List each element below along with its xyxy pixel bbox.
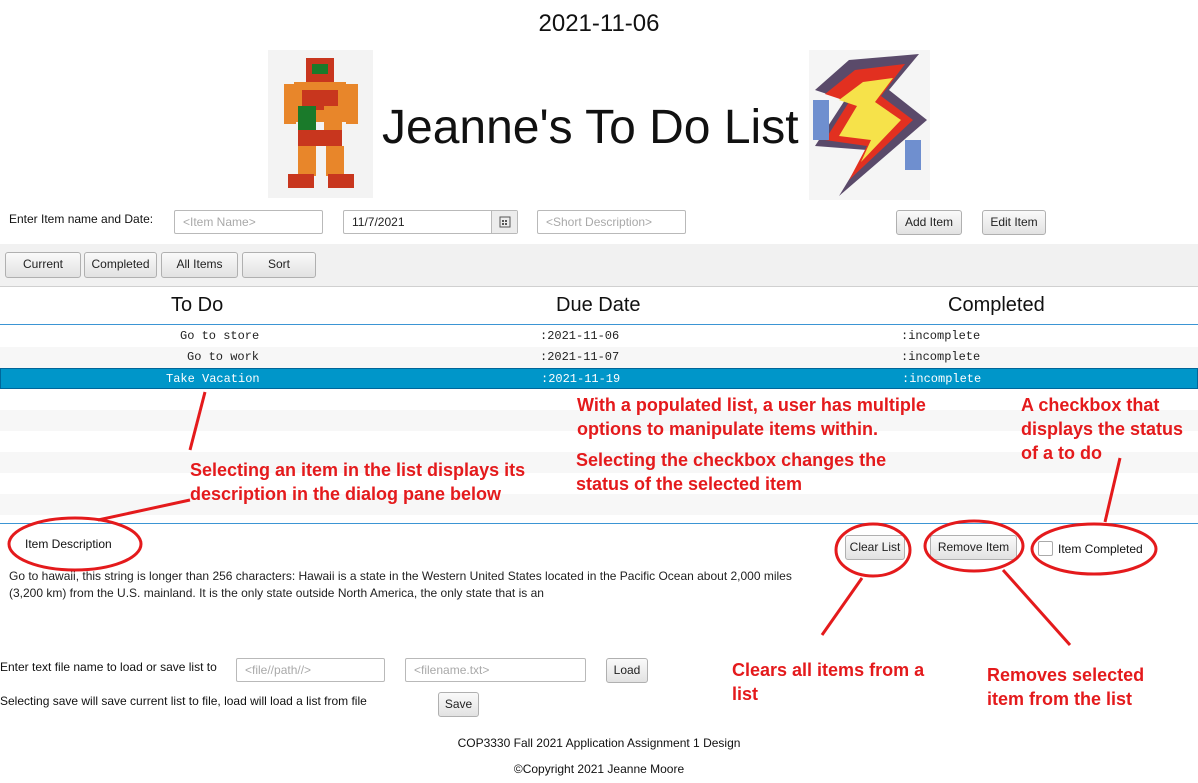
annotation-checkbox-changes: Selecting the checkbox changes the statu… — [576, 450, 887, 494]
highlight-ellipse — [834, 522, 912, 578]
annotation-clears: Clears all items from a list — [732, 660, 925, 704]
arrow-line — [97, 498, 191, 522]
annotation-populated-list: With a populated list, a user has multip… — [577, 395, 926, 439]
highlight-ellipse — [923, 519, 1025, 573]
annotation-select-item: Selecting an item in the list displays i… — [190, 460, 526, 504]
arrow-line — [1103, 457, 1122, 523]
annotation-removes: Removes selected item from the list — [987, 665, 1145, 709]
arrow-line — [1001, 569, 1072, 646]
highlight-ellipse — [7, 516, 143, 572]
arrow-line — [820, 577, 864, 636]
annotation-checkbox-status: A checkbox that displays the status of a… — [1021, 395, 1184, 463]
arrow-line — [188, 391, 207, 451]
highlight-ellipse — [1030, 522, 1158, 576]
